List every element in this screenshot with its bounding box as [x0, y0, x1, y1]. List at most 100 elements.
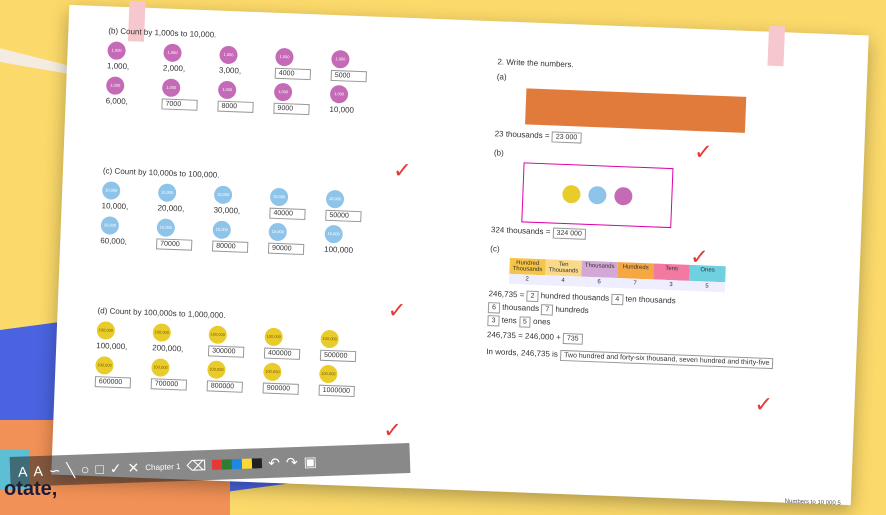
color-swatch[interactable]: [232, 458, 243, 470]
answer-field: 500000: [319, 349, 357, 363]
place-value-blocks: [525, 88, 747, 133]
coin-icon: 1,000: [219, 45, 238, 65]
count-cell: 10,000 100,000: [323, 224, 381, 258]
answer-field: 900000: [262, 382, 299, 395]
place-value-table: Hundred Thousands Ten Thousands Thousands H…: [508, 257, 810, 295]
count-cell: 10,000 30,000,: [213, 185, 270, 219]
coin-icon: 1,000: [275, 47, 294, 67]
undo-icon[interactable]: ↶: [268, 454, 280, 471]
count-cell: 10,000 70000: [155, 218, 213, 251]
answer-field: 70000: [155, 238, 193, 251]
coin-icon: 100,000: [96, 321, 116, 340]
check-mark-icon: ✓: [387, 297, 407, 323]
coin-icon: 10,000: [156, 218, 176, 238]
coin-icon: 10,000: [268, 222, 288, 242]
section-write-numbers: 2. Write the numbers. (a) 23 thousands =…: [486, 57, 837, 370]
pv-digit: 3: [652, 279, 690, 291]
check-mark-icon: ✓: [693, 138, 714, 165]
count-cell: 10,000 60,000,: [100, 216, 157, 249]
value-label: 1,000,: [106, 61, 130, 72]
value-label: 6,000,: [105, 96, 129, 107]
answer-field: 600000: [94, 376, 132, 389]
count-cell: 100,000 400000: [263, 327, 321, 361]
coin-icon: 100,000: [320, 329, 340, 349]
pv-header: Hundreds: [617, 262, 654, 280]
coin-icon: 100,000: [208, 325, 228, 345]
chapter-label: Chapter 1: [145, 461, 181, 472]
coin-icon: 10,000: [101, 181, 121, 200]
save-icon[interactable]: ▣: [303, 453, 317, 470]
coin-icon: 1,000: [273, 82, 293, 102]
count-cell: 1,000 5000: [330, 49, 388, 83]
cross-tool-icon[interactable]: ✕: [127, 459, 139, 476]
coin-icon: 100,000: [152, 323, 172, 342]
check-mark-icon: ✓: [382, 417, 403, 443]
coin-icon: 100,000: [151, 358, 170, 377]
value-label: 30,000,: [213, 205, 241, 216]
highlighter-tool-icon[interactable]: A: [33, 463, 43, 479]
coin-icon: 10,000: [324, 224, 344, 244]
check-mark-icon: ✓: [754, 391, 774, 418]
count-cell: 1,000 10,000: [329, 84, 386, 118]
redo-icon[interactable]: ↷: [286, 453, 298, 470]
count-cell: 100,000 1000000: [318, 364, 375, 398]
count-cell: 100,000 700000: [150, 358, 208, 391]
part-b: (b) 324 thousands = 324 000: [491, 148, 834, 247]
coin-icon: 10,000: [213, 185, 233, 205]
answer-field: 7000: [161, 98, 198, 111]
coin-icon: 100,000: [207, 360, 226, 380]
pv-header: Hundred Thousands: [509, 257, 546, 276]
coin-icon: 1,000: [105, 76, 125, 95]
coin-icon: 10,000: [212, 220, 232, 240]
value-label: 100,000: [323, 244, 354, 255]
color-swatch[interactable]: [242, 458, 253, 469]
answer-field: 50000: [325, 209, 362, 223]
coin-icon: 100,000: [95, 356, 114, 375]
check-tool-icon[interactable]: ✓: [110, 460, 122, 477]
coin-icon: 1,000: [329, 84, 349, 104]
color-swatch[interactable]: [252, 458, 263, 469]
coin-icon: 1,000: [107, 41, 126, 61]
answer-field: 90000: [267, 242, 305, 256]
pv-header: Tens: [653, 263, 690, 281]
pv-digit: 7: [616, 278, 654, 290]
line-tool-icon[interactable]: ╲: [66, 461, 75, 478]
count-cell: 1,000 2,000,: [163, 43, 220, 76]
color-swatch[interactable]: [212, 459, 223, 470]
count-cell: 100,000 900000: [262, 362, 320, 396]
count-cell: 1,000 6,000,: [105, 76, 162, 109]
value-label: 100,000,: [96, 341, 128, 352]
value-label: 20,000,: [157, 203, 185, 214]
answer-field: 80000: [211, 240, 249, 253]
coin-icon: 1,000: [163, 43, 182, 63]
eraser-tool-icon[interactable]: ⌫: [186, 457, 206, 475]
pv-digit: 5: [688, 280, 726, 293]
coin-icon: [614, 186, 633, 206]
count-cell: 100,000 100,000,: [96, 321, 153, 354]
value-label: 3,000,: [218, 65, 242, 76]
coin-icon: [588, 185, 607, 205]
answer-field: 300000: [207, 345, 245, 358]
count-cell: 1,000 3,000,: [218, 45, 276, 79]
pv-digit: 4: [544, 275, 582, 287]
value-label: 2,000,: [162, 63, 186, 74]
rectangle-tool-icon[interactable]: □: [95, 461, 104, 477]
coin-box: [521, 162, 674, 229]
coin-icon: 10,000: [325, 189, 345, 209]
part-c: (c) Hundred Thousands Ten Thousands Thousa…: [486, 244, 830, 370]
count-cell: 1,000 9000: [273, 82, 330, 116]
coin-icon: 1,000: [161, 78, 181, 98]
count-cell: 10,000 10,000,: [101, 181, 158, 214]
count-cell: 1,000 8000: [217, 80, 274, 114]
text-tool-icon[interactable]: A: [18, 463, 28, 479]
check-mark-icon: ✓: [689, 243, 710, 270]
answer-field: 1000000: [318, 384, 355, 398]
coin-icon: 1,000: [331, 49, 350, 69]
count-cell: 100,000 200,000,: [152, 323, 209, 356]
coin-icon: 100,000: [264, 327, 284, 347]
count-cell: 100,000 300000: [207, 325, 265, 358]
curve-tool-icon[interactable]: ∽: [48, 462, 60, 479]
color-swatch[interactable]: [222, 459, 233, 470]
section-count-by-thousands: (b) Count by 1,000s to 10,000. 1,000 1,00…: [105, 26, 388, 118]
circle-tool-icon[interactable]: ○: [81, 461, 90, 477]
